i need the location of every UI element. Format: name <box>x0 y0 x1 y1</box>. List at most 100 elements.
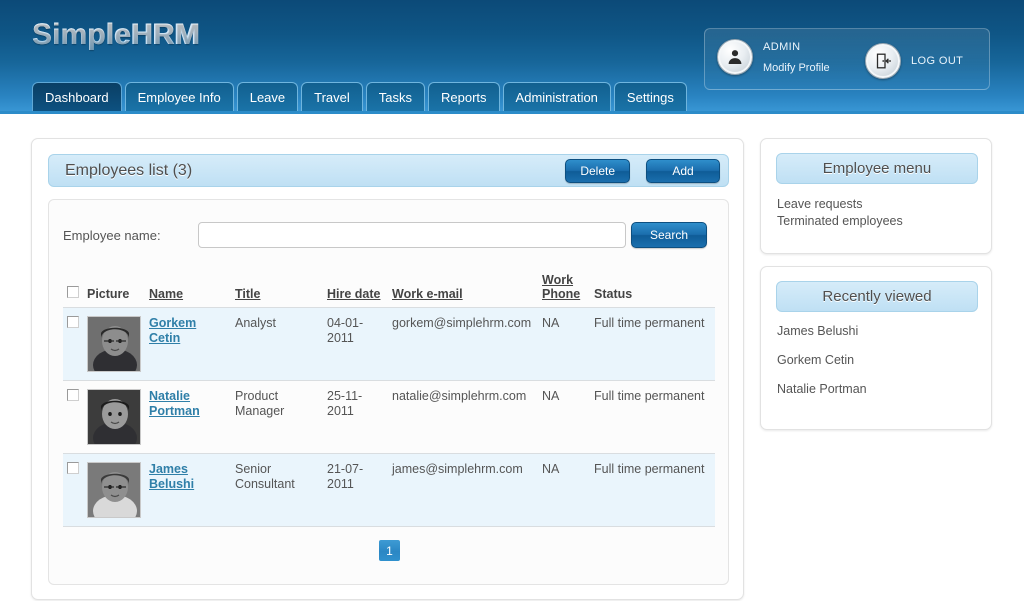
admin-profile-block[interactable]: ADMIN Modify Profile <box>717 39 830 75</box>
row-select-cell <box>63 381 83 454</box>
row-picture-cell <box>83 308 145 381</box>
tab-tasks[interactable]: Tasks <box>366 82 425 111</box>
tab-leave[interactable]: Leave <box>237 82 298 111</box>
table-row: Natalie Portman Product Manager25-11-2011… <box>63 381 715 454</box>
user-box: ADMIN Modify Profile LOG OUT <box>704 28 990 90</box>
employee-name-link[interactable]: James Belushi <box>149 462 194 491</box>
row-title-cell: Analyst <box>231 308 323 381</box>
employees-list-header: Employees list (3) Delete Add <box>48 154 729 187</box>
main-nav: DashboardEmployee InfoLeaveTravelTasksRe… <box>32 82 690 111</box>
col-title: Title <box>231 270 323 308</box>
row-hire-date-cell: 21-07-2011 <box>323 454 388 527</box>
employees-panel: Employees list (3) Delete Add Employee n… <box>31 138 744 600</box>
employee-menu-list: Leave requests Terminated employees <box>777 196 977 230</box>
table-header-row: Picture Name Title Hire date Work e-mail… <box>63 270 715 308</box>
app-logo: SimpleHRM <box>32 18 201 52</box>
row-status-cell: Full time permanent <box>590 308 715 381</box>
modify-profile-link[interactable]: Modify Profile <box>763 61 830 75</box>
row-name-cell: Natalie Portman <box>145 381 231 454</box>
avatar <box>87 316 141 372</box>
table-body: Gorkem Cetin Analyst04-01-2011gorkem@simp… <box>63 308 715 527</box>
row-checkbox[interactable] <box>67 462 79 474</box>
tab-employee-info[interactable]: Employee Info <box>125 82 234 111</box>
employee-menu-title: Employee menu <box>776 153 978 184</box>
row-title-cell: Senior Consultant <box>231 454 323 527</box>
avatar <box>87 462 141 518</box>
recent-item-1[interactable]: Gorkem Cetin <box>777 353 977 368</box>
door-exit-icon <box>865 43 901 79</box>
col-title-label[interactable]: Title <box>235 287 260 301</box>
row-picture-cell <box>83 454 145 527</box>
recently-viewed-list: James Belushi Gorkem Cetin Natalie Portm… <box>777 324 977 411</box>
logout-label[interactable]: LOG OUT <box>911 55 963 67</box>
row-email-cell: natalie@simplehrm.com <box>388 381 538 454</box>
delete-button[interactable]: Delete <box>565 159 630 183</box>
table-row: James Belushi Senior Consultant21-07-2011… <box>63 454 715 527</box>
row-name-cell: James Belushi <box>145 454 231 527</box>
recently-viewed-panel: Recently viewed James Belushi Gorkem Cet… <box>760 266 992 430</box>
col-work-email-label[interactable]: Work e-mail <box>392 287 463 301</box>
table-head: Picture Name Title Hire date Work e-mail… <box>63 270 715 308</box>
tab-dashboard[interactable]: Dashboard <box>32 82 122 111</box>
recently-viewed-title: Recently viewed <box>776 281 978 312</box>
col-name: Name <box>145 270 231 308</box>
row-phone-cell: NA <box>538 381 590 454</box>
page-body: Employees list (3) Delete Add Employee n… <box>0 114 1024 601</box>
app-header: SimpleHRM SimpleHRM ADMIN Modify Profile <box>0 0 1024 114</box>
recent-item-0[interactable]: James Belushi <box>777 324 977 339</box>
table-row: Gorkem Cetin Analyst04-01-2011gorkem@simp… <box>63 308 715 381</box>
row-name-cell: Gorkem Cetin <box>145 308 231 381</box>
row-email-cell: james@simplehrm.com <box>388 454 538 527</box>
user-icon <box>717 39 753 75</box>
pagination: 1 <box>49 540 730 561</box>
row-select-cell <box>63 454 83 527</box>
row-select-cell <box>63 308 83 381</box>
employees-table: Picture Name Title Hire date Work e-mail… <box>63 270 715 527</box>
tab-travel[interactable]: Travel <box>301 82 363 111</box>
col-work-phone-label[interactable]: Work Phone <box>542 273 586 301</box>
col-picture-label: Picture <box>87 287 129 301</box>
sidebar-item-leave-requests[interactable]: Leave requests <box>777 196 977 213</box>
tab-settings[interactable]: Settings <box>614 82 687 111</box>
col-status: Status <box>590 270 715 308</box>
row-checkbox[interactable] <box>67 316 79 328</box>
row-status-cell: Full time permanent <box>590 454 715 527</box>
tab-administration[interactable]: Administration <box>503 82 611 111</box>
employee-name-link[interactable]: Natalie Portman <box>149 389 200 418</box>
col-picture: Picture <box>83 270 145 308</box>
sidebar-item-terminated-employees[interactable]: Terminated employees <box>777 213 977 230</box>
page-button-1[interactable]: 1 <box>379 540 400 561</box>
employee-name-link[interactable]: Gorkem Cetin <box>149 316 196 345</box>
search-input[interactable] <box>198 222 626 248</box>
row-picture-cell <box>83 381 145 454</box>
col-status-label: Status <box>594 287 632 301</box>
row-checkbox[interactable] <box>67 389 79 401</box>
row-phone-cell: NA <box>538 308 590 381</box>
row-hire-date-cell: 25-11-2011 <box>323 381 388 454</box>
row-title-cell: Product Manager <box>231 381 323 454</box>
recent-item-2[interactable]: Natalie Portman <box>777 382 977 397</box>
col-hire-date: Hire date <box>323 270 388 308</box>
user-name: ADMIN <box>763 40 830 54</box>
col-name-label[interactable]: Name <box>149 287 183 301</box>
select-all-header <box>63 270 83 308</box>
avatar <box>87 389 141 445</box>
row-hire-date-cell: 04-01-2011 <box>323 308 388 381</box>
user-text: ADMIN Modify Profile <box>763 40 830 75</box>
select-all-checkbox[interactable] <box>67 286 79 298</box>
row-phone-cell: NA <box>538 454 590 527</box>
tab-reports[interactable]: Reports <box>428 82 500 111</box>
row-email-cell: gorkem@simplehrm.com <box>388 308 538 381</box>
employees-inner-panel: Employee name: Search Picture Name Title… <box>48 199 729 585</box>
search-button[interactable]: Search <box>631 222 707 248</box>
col-hire-date-label[interactable]: Hire date <box>327 287 381 301</box>
col-work-phone: Work Phone <box>538 270 590 308</box>
col-work-email: Work e-mail <box>388 270 538 308</box>
page-title: Employees list (3) <box>65 162 192 180</box>
add-button[interactable]: Add <box>646 159 720 183</box>
employee-menu-panel: Employee menu Leave requests Terminated … <box>760 138 992 254</box>
row-status-cell: Full time permanent <box>590 381 715 454</box>
logout-block[interactable]: LOG OUT <box>865 43 963 79</box>
search-label: Employee name: <box>63 228 161 243</box>
search-row: Employee name: Search <box>63 222 718 250</box>
